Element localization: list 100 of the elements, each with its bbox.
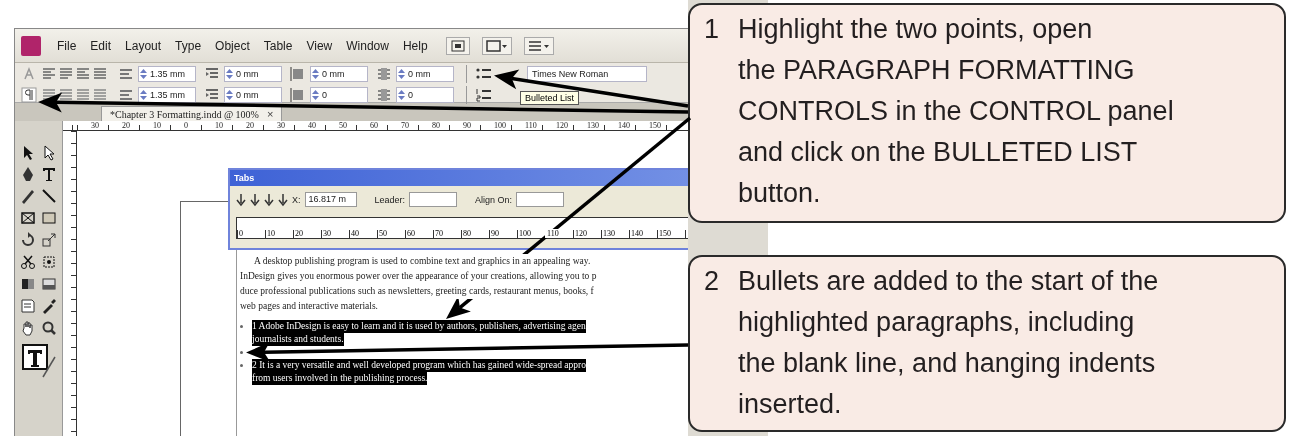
list-item-text: from users involved in the publishing process.	[252, 372, 428, 385]
scale-icon[interactable]	[39, 231, 58, 249]
menu-item[interactable]: Edit	[84, 36, 118, 55]
ruler-label: 100	[518, 229, 532, 238]
ruler-label: 20	[121, 121, 131, 130]
value-field[interactable]: 1.35 mm	[138, 87, 196, 103]
spinner-arrows-icon	[225, 67, 234, 81]
ruler-label: 60	[406, 229, 416, 238]
note-icon[interactable]	[19, 297, 38, 315]
tab-stop-arrow-icon[interactable]	[278, 192, 288, 207]
value-field[interactable]: 0 mm	[396, 66, 454, 82]
ruler-label: 30	[276, 121, 286, 130]
ruler-label: 30	[90, 121, 100, 130]
tab-stop-arrow-icon[interactable]	[236, 192, 246, 207]
x-position-field[interactable]: 16.817 m	[304, 192, 357, 207]
menu-item[interactable]: Window	[340, 36, 395, 55]
ruler-label: 40	[350, 229, 360, 238]
ruler-label: 140	[630, 229, 644, 238]
tab-stop-arrow-icon[interactable]	[264, 192, 274, 207]
value-field[interactable]: 0 mm	[224, 66, 282, 82]
spinner-arrows-icon	[311, 67, 320, 81]
value-field[interactable]: 1.35 mm	[138, 66, 196, 82]
tab-ruler[interactable]: 0 10 20 30 40 50 60 70 80 90 100 110 120 130 140 150	[236, 217, 688, 239]
ruler-label: 130	[602, 229, 616, 238]
app-logo-icon[interactable]	[21, 35, 41, 56]
ruler-label: 60	[369, 121, 379, 130]
ruler-label: 120	[555, 121, 569, 130]
menu-item[interactable]: Object	[209, 36, 256, 55]
spinner-arrows-icon	[397, 88, 406, 102]
document-tab[interactable]: *Chapter 3 Formatting.indd @ 100% ×	[101, 106, 283, 121]
close-tab-button[interactable]: ×	[266, 108, 274, 120]
spinner-arrows-icon	[311, 88, 320, 102]
leader-label: Leader:	[374, 194, 406, 205]
frame-icon[interactable]	[19, 209, 38, 227]
tooltip: Bulleted List	[520, 91, 580, 105]
align-icon	[118, 66, 134, 82]
font-field[interactable]: Times New Roman	[527, 66, 647, 82]
spinner-arrows-icon	[139, 67, 148, 81]
ruler-label: 80	[462, 229, 472, 238]
view-options-icon[interactable]	[527, 38, 550, 53]
value-field[interactable]: 0	[310, 87, 368, 103]
numbered-list-icon[interactable]	[475, 87, 493, 103]
menu-item[interactable]: Help	[396, 36, 434, 55]
paragraph-align-icon	[75, 66, 91, 82]
ruler-label: 90	[490, 229, 500, 238]
paragraph-align-icon	[58, 87, 74, 103]
menu-item[interactable]: Layout	[119, 36, 168, 55]
ruler-label: 10	[214, 121, 224, 130]
tab-stop-arrow-icon[interactable]	[250, 192, 260, 207]
ruler-label: 90	[462, 121, 472, 130]
spinner-arrows-icon	[225, 88, 234, 102]
align-on-label: Align On:	[475, 194, 513, 205]
ruler-label: 10	[152, 121, 162, 130]
scissors-icon[interactable]	[19, 253, 38, 271]
leader-field[interactable]	[409, 192, 458, 207]
ruler-label: 0	[183, 121, 189, 130]
fill-stroke-type-icon[interactable]	[20, 343, 57, 379]
align-on-field[interactable]	[516, 192, 565, 207]
value-field[interactable]: 0 mm	[310, 66, 368, 82]
value-field[interactable]: 0	[396, 87, 454, 103]
ruler-label: 10	[266, 229, 276, 238]
rectangle-icon[interactable]	[39, 209, 58, 227]
character-controls-icon	[21, 66, 37, 82]
baseline-icon	[376, 87, 392, 103]
bullet-dot	[240, 325, 243, 328]
ruler-label: 50	[378, 229, 388, 238]
spinner-arrows-icon	[139, 88, 148, 102]
menu-item[interactable]: File	[51, 36, 83, 55]
ruler-label: 30	[322, 229, 332, 238]
ruler-label: 50	[338, 121, 348, 130]
ruler-label: 70	[400, 121, 410, 130]
align-icon	[118, 87, 134, 103]
baseline-icon	[376, 66, 392, 82]
ruler-label: 130	[586, 121, 600, 130]
screen-mode-icon[interactable]	[485, 38, 508, 53]
ruler-label: 0	[238, 229, 244, 238]
ruler-label: 80	[431, 121, 441, 130]
menu-item[interactable]: Type	[169, 36, 208, 55]
paragraph-controls-icon[interactable]	[21, 87, 37, 103]
menu-item[interactable]: Table	[257, 36, 299, 55]
bridge-icon[interactable]	[449, 38, 466, 53]
dialog-title: Tabs	[230, 170, 688, 186]
step-number: 2	[704, 265, 721, 298]
ruler-label: 20	[245, 121, 255, 130]
menu-item[interactable]: View	[300, 36, 339, 55]
line-icon[interactable]	[39, 187, 58, 205]
ruler-label: 150	[658, 229, 672, 238]
gradient-feather-icon[interactable]	[39, 275, 58, 293]
ruler-label: 110	[524, 121, 538, 130]
ruler-label: 70	[434, 229, 444, 238]
paragraph-align-icon	[75, 87, 91, 103]
ruler-label: 150	[648, 121, 662, 130]
value-field[interactable]: 0 mm	[224, 87, 282, 103]
bullet-dot	[240, 351, 243, 354]
bullet-dot	[240, 364, 243, 367]
paragraph-align-icon	[58, 66, 74, 82]
paragraph-align-icon	[92, 87, 108, 103]
paragraph-align-icon	[92, 66, 108, 82]
ruler-label: 120	[574, 229, 588, 238]
ruler-label: 40	[307, 121, 317, 130]
